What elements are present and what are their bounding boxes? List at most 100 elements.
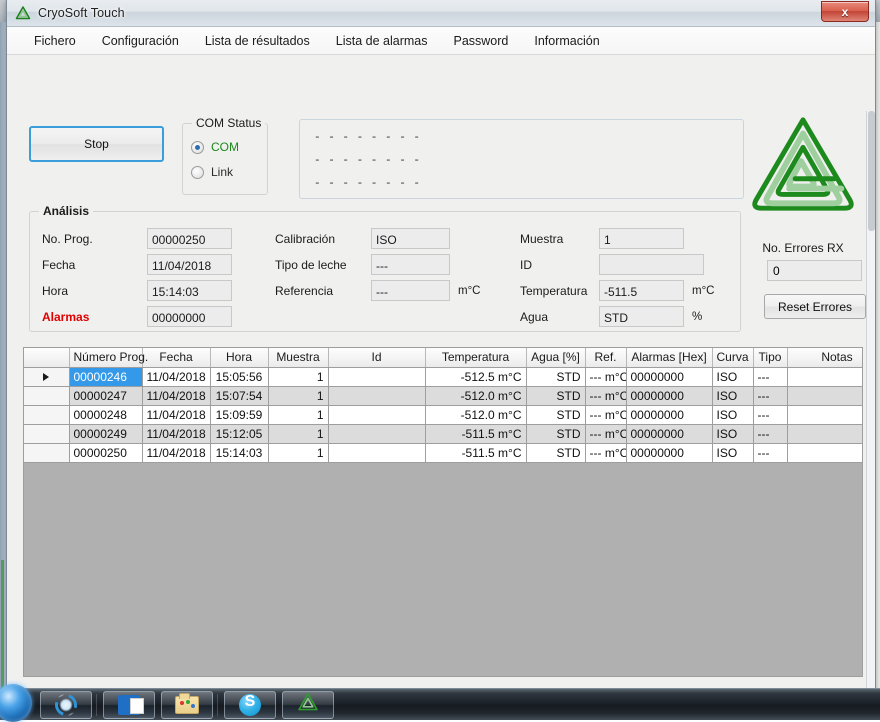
field-alarmas-input[interactable]: 00000000 [147,306,232,327]
column-header-prog[interactable]: Número Prog. [69,348,148,368]
close-window-button[interactable]: x [821,1,869,22]
cell-muestra[interactable]: 1 [268,367,329,387]
column-header-notas[interactable]: Notas [787,348,862,368]
row-header-cell[interactable] [24,405,70,425]
table-row[interactable]: 00000246 11/04/2018 15:05:56 1 -512.5 m°C STD… [24,367,862,387]
cell-alarmas[interactable]: 00000000 [626,386,713,406]
cell-id[interactable] [328,367,426,387]
scrollbar-thumb[interactable] [868,111,875,231]
results-datagrid[interactable]: Número Prog. Fecha Hora Muestra Id Tempe… [23,347,863,677]
cell-fecha[interactable]: 11/04/2018 [142,405,211,425]
window-vertical-scrollbar[interactable] [866,111,875,696]
cell-id[interactable] [328,386,426,406]
cell-curva[interactable]: ISO [712,386,754,406]
cell-hora[interactable]: 15:05:56 [210,367,269,387]
cell-id[interactable] [328,424,426,444]
cell-temp[interactable]: -512.0 m°C [425,405,527,425]
cell-agua[interactable]: STD [526,405,586,425]
cell-temp[interactable]: -512.0 m°C [425,386,527,406]
cell-agua[interactable]: STD [526,443,586,463]
column-header-curva[interactable]: Curva [712,348,754,368]
cell-curva[interactable]: ISO [712,367,754,387]
cell-muestra[interactable]: 1 [268,443,329,463]
taskbar-button-cryosoft[interactable] [282,690,334,719]
cell-fecha[interactable]: 11/04/2018 [142,424,211,444]
cell-muestra[interactable]: 1 [268,386,329,406]
cell-agua[interactable]: STD [526,367,586,387]
taskbar-button-outlook[interactable] [103,690,155,719]
column-header-id[interactable]: Id [328,348,426,368]
cell-notas[interactable] [787,443,862,463]
field-tipo-de-leche-input[interactable]: --- [371,254,450,275]
cell-muestra[interactable]: 1 [268,424,329,444]
column-header-temp[interactable]: Temperatura [425,348,527,368]
field-agua-input[interactable]: STD [599,306,684,327]
cell-ref[interactable]: --- m°C [585,386,627,406]
cell-notas[interactable] [787,405,862,425]
cell-alarmas[interactable]: 00000000 [626,405,713,425]
cell-hora[interactable]: 15:09:59 [210,405,269,425]
radio-com-icon[interactable] [191,140,204,154]
menu-item-configuracion[interactable]: Configuración [89,30,192,52]
column-header-fecha[interactable]: Fecha [142,348,211,368]
row-header-cell[interactable] [24,424,70,444]
column-header-hora[interactable]: Hora [210,348,269,368]
column-header-alarmas[interactable]: Alarmas [Hex] [626,348,713,368]
cell-id[interactable] [328,405,426,425]
cell-fecha[interactable]: 11/04/2018 [142,367,211,387]
cell-hora[interactable]: 15:12:05 [210,424,269,444]
menu-item-informacion[interactable]: Información [521,30,612,52]
menu-item-password[interactable]: Password [440,30,521,52]
cell-hora[interactable]: 15:14:03 [210,443,269,463]
cell-curva[interactable]: ISO [712,443,754,463]
table-row[interactable]: 00000247 11/04/2018 15:07:54 1 -512.0 m°C STD… [24,386,862,406]
field-fecha-input[interactable]: 11/04/2018 [147,254,232,275]
cell-tipo[interactable]: --- [753,405,788,425]
column-header-agua[interactable]: Agua [%] [526,348,586,368]
row-header-cell[interactable] [24,386,70,406]
table-row[interactable]: 00000249 11/04/2018 15:12:05 1 -511.5 m°C STD… [24,424,862,444]
cell-tipo[interactable]: --- [753,367,788,387]
field-calibracion-input[interactable]: ISO [371,228,450,249]
cell-curva[interactable]: ISO [712,405,754,425]
cell-curva[interactable]: ISO [712,424,754,444]
taskbar-button-internet-explorer[interactable] [40,689,92,720]
cell-ref[interactable]: --- m°C [585,367,627,387]
radio-option-link[interactable]: Link [191,165,267,179]
cell-notas[interactable] [787,367,862,387]
table-row[interactable]: 00000248 11/04/2018 15:09:59 1 -512.0 m°C STD… [24,405,862,425]
errores-rx-value[interactable]: 0 [767,260,862,281]
cell-muestra[interactable]: 1 [268,405,329,425]
cell-alarmas[interactable]: 00000000 [626,424,713,444]
cell-agua[interactable]: STD [526,386,586,406]
field-muestra-input[interactable]: 1 [599,228,684,249]
stop-button[interactable]: Stop [29,126,164,162]
cell-temp[interactable]: -512.5 m°C [425,367,527,387]
cell-tipo[interactable]: --- [753,424,788,444]
column-header-tipo[interactable]: Tipo [753,348,788,368]
cell-hora[interactable]: 15:07:54 [210,386,269,406]
menu-item-fichero[interactable]: Fichero [21,30,89,52]
cell-alarmas[interactable]: 00000000 [626,443,713,463]
radio-link-icon[interactable] [191,165,204,179]
cell-temp[interactable]: -511.5 m°C [425,424,527,444]
field-id-input[interactable] [599,254,704,275]
field-hora-input[interactable]: 15:14:03 [147,280,232,301]
row-header-cell[interactable] [24,443,70,463]
cell-prog[interactable]: 00000248 [69,405,143,425]
cell-ref[interactable]: --- m°C [585,424,627,444]
cell-temp[interactable]: -511.5 m°C [425,443,527,463]
column-header-muestra[interactable]: Muestra [268,348,329,368]
table-row[interactable]: 00000250 11/04/2018 15:14:03 1 -511.5 m°C STD… [24,443,862,463]
windows-start-orb-icon[interactable] [0,683,32,722]
row-header-cell[interactable] [24,367,70,387]
cell-id[interactable] [328,443,426,463]
cell-alarmas[interactable]: 00000000 [626,367,713,387]
cell-prog[interactable]: 00000247 [69,386,143,406]
menu-item-lista-alarmas[interactable]: Lista de alarmas [323,30,441,52]
field-temperatura-input[interactable]: -511.5 [599,280,684,301]
taskbar-button-skype[interactable] [224,690,276,719]
taskbar-button-file-explorer[interactable] [161,690,213,719]
column-header-ref[interactable]: Ref. [585,348,627,368]
cell-notas[interactable] [787,424,862,444]
